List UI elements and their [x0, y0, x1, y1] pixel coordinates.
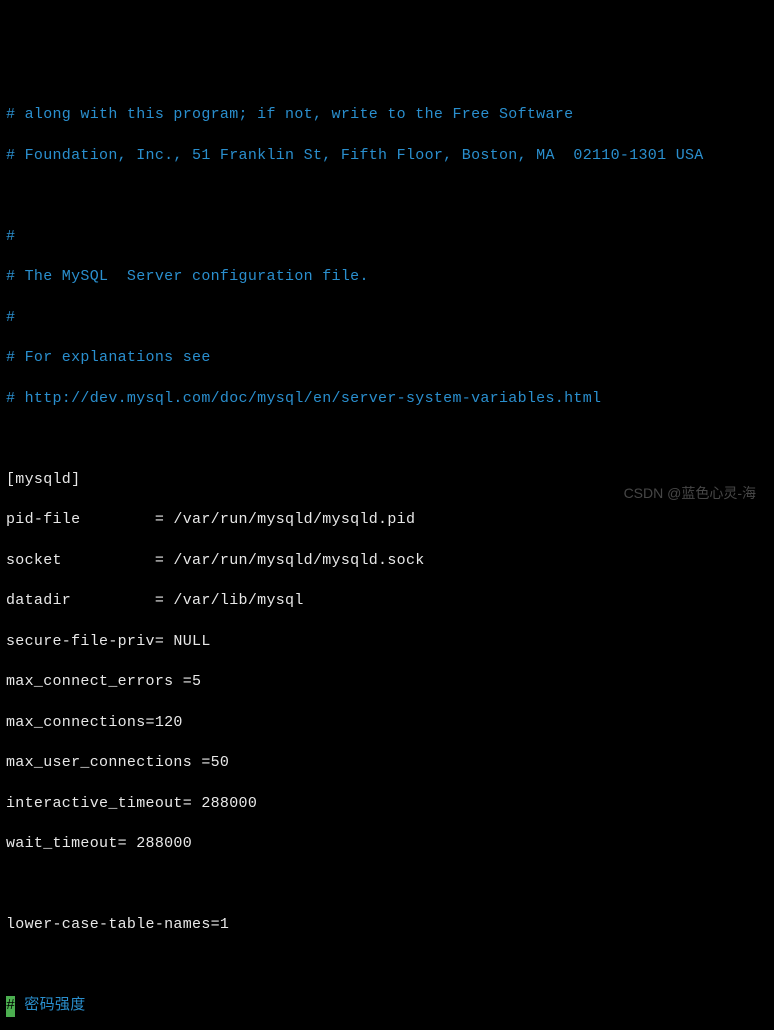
comment-line: # http://dev.mysql.com/doc/mysql/en/serv…: [6, 389, 768, 409]
watermark: CSDN @蓝色心灵-海: [624, 484, 756, 503]
config-line: secure-file-priv= NULL: [6, 632, 768, 652]
comment-line: # The MySQL Server configuration file.: [6, 267, 768, 287]
config-line: wait_timeout= 288000: [6, 834, 768, 854]
cursor: #: [6, 996, 15, 1016]
config-line: max_connect_errors =5: [6, 672, 768, 692]
blank-line: [6, 875, 768, 895]
comment-line: # along with this program; if not, write…: [6, 105, 768, 125]
comment-line: #: [6, 227, 768, 247]
config-line: max_connections=120: [6, 713, 768, 733]
blank-line: [6, 956, 768, 976]
config-line: socket = /var/run/mysqld/mysqld.sock: [6, 551, 768, 571]
comment-chinese: 密码强度: [15, 997, 86, 1014]
config-line: lower-case-table-names=1: [6, 915, 768, 935]
config-line: datadir = /var/lib/mysql: [6, 591, 768, 611]
comment-line: # For explanations see: [6, 348, 768, 368]
blank-line: [6, 429, 768, 449]
blank-line: [6, 186, 768, 206]
config-line: pid-file = /var/run/mysqld/mysqld.pid: [6, 510, 768, 530]
config-line: interactive_timeout= 288000: [6, 794, 768, 814]
cursor-line: # 密码强度: [6, 996, 768, 1016]
comment-line: #: [6, 308, 768, 328]
config-line: max_user_connections =50: [6, 753, 768, 773]
terminal-editor[interactable]: # along with this program; if not, write…: [6, 85, 768, 1030]
comment-line: # Foundation, Inc., 51 Franklin St, Fift…: [6, 146, 768, 166]
